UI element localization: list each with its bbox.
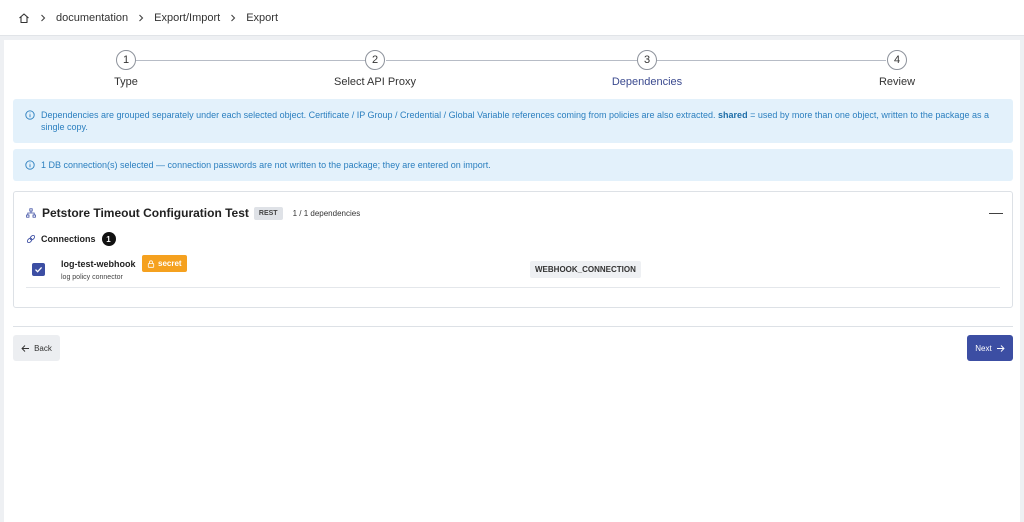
secret-label: secret: [158, 259, 182, 268]
arrow-right-icon: [996, 344, 1005, 352]
info-text: Dependencies are grouped separately unde…: [41, 110, 719, 120]
step-label: Dependencies: [611, 76, 683, 88]
footer-divider: [13, 326, 1013, 327]
connection-name: log-test-webhook: [61, 259, 136, 269]
breadcrumb: documentation Export/Import Export: [0, 0, 1024, 36]
info-text-bold: shared: [718, 110, 748, 120]
check-icon: [35, 266, 43, 273]
card-title: Petstore Timeout Configuration Test: [42, 206, 249, 220]
collapse-button[interactable]: —: [989, 204, 1003, 220]
next-button[interactable]: Next: [967, 335, 1013, 361]
chevron-right-icon: [137, 14, 145, 22]
connections-label: Connections: [41, 234, 96, 244]
connections-section-header: Connections 1: [26, 232, 116, 246]
link-icon: [26, 234, 36, 244]
step-select-api-proxy: 2 Select API Proxy: [315, 50, 435, 88]
step-number: 4: [887, 50, 907, 70]
next-label: Next: [975, 343, 992, 353]
breadcrumb-item-export-import[interactable]: Export/Import: [154, 12, 220, 24]
breadcrumb-item-export: Export: [246, 11, 278, 24]
step-number: 2: [365, 50, 385, 70]
info-banner-grouping: Dependencies are grouped separately unde…: [13, 99, 1013, 143]
dependency-card: Petstore Timeout Configuration Test REST…: [13, 191, 1013, 308]
stepper: 1 Type 2 Select API Proxy 3 Dependencies…: [4, 40, 1020, 96]
info-banner-db-connections: 1 DB connection(s) selected — connection…: [13, 149, 1013, 181]
info-text: 1 DB connection(s) selected — connection…: [41, 160, 491, 170]
step-type: 1 Type: [66, 50, 186, 88]
connection-type-badge: WEBHOOK_CONNECTION: [530, 261, 641, 278]
chevron-right-icon: [229, 14, 237, 22]
lock-icon: [147, 259, 155, 268]
rest-badge: REST: [253, 206, 283, 220]
dependencies-count: 1 / 1 dependencies: [292, 208, 361, 218]
back-label: Back: [34, 343, 52, 353]
info-icon: [25, 160, 35, 170]
main-content: 1 Type 2 Select API Proxy 3 Dependencies…: [4, 40, 1020, 522]
back-button[interactable]: Back: [13, 335, 60, 361]
step-label: Select API Proxy: [334, 76, 416, 88]
step-label: Review: [878, 76, 916, 88]
secret-badge: secret: [142, 255, 187, 272]
card-header: Petstore Timeout Configuration Test REST…: [26, 206, 360, 220]
step-number: 3: [637, 50, 657, 70]
sitemap-icon: [26, 208, 36, 218]
info-icon: [25, 110, 35, 120]
arrow-left-icon: [21, 344, 30, 352]
breadcrumb-item-documentation[interactable]: documentation: [56, 12, 128, 24]
connection-description: log policy connector: [61, 274, 123, 281]
connections-count-badge: 1: [101, 232, 116, 246]
row-checkbox[interactable]: [32, 263, 45, 276]
step-review: 4 Review: [837, 50, 957, 88]
step-number: 1: [116, 50, 136, 70]
step-label: Type: [114, 76, 138, 88]
home-icon[interactable]: [18, 12, 30, 24]
chevron-right-icon: [39, 14, 47, 22]
step-dependencies: 3 Dependencies: [587, 50, 707, 88]
dependency-row: log-test-webhook log policy connector se…: [26, 254, 1000, 288]
